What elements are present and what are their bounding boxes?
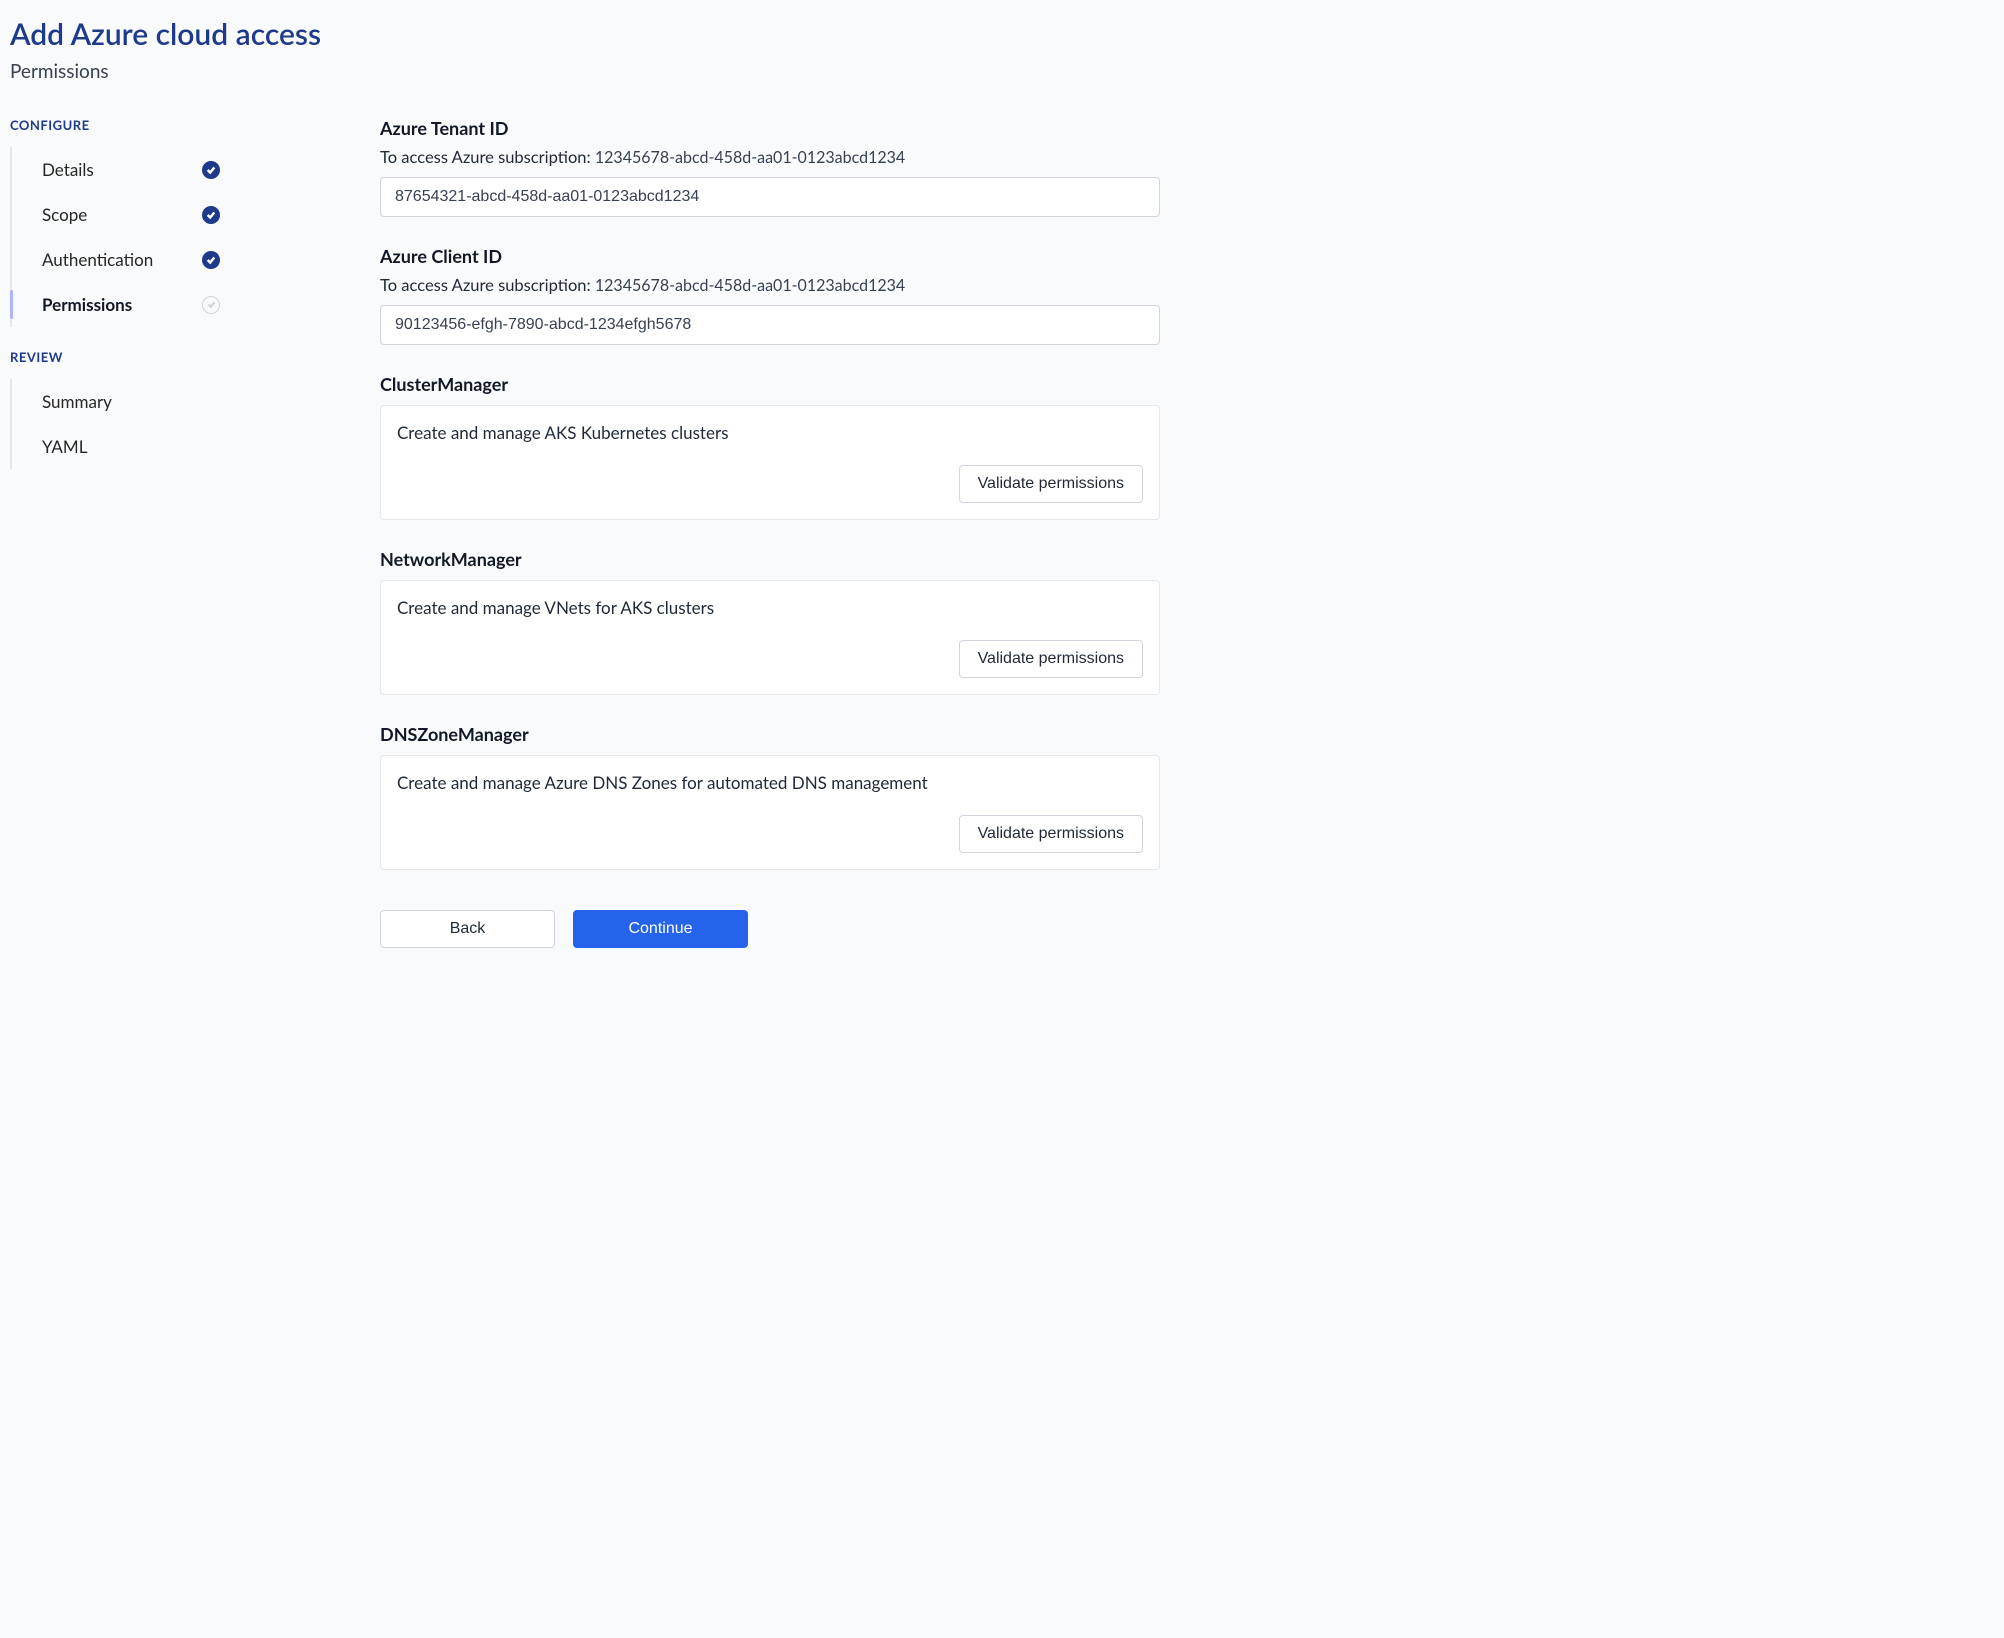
- sidebar-item-authentication[interactable]: Authentication: [12, 237, 340, 282]
- sidebar-item-yaml[interactable]: YAML: [12, 424, 340, 469]
- permission-card: Create and manage VNets for AKS clusters…: [380, 580, 1160, 695]
- check-icon: [202, 206, 220, 224]
- permission-networkmanager: NetworkManager Create and manage VNets f…: [380, 548, 1160, 695]
- sidebar-item-label: Authentication: [42, 249, 153, 270]
- validate-permissions-button[interactable]: Validate permissions: [959, 640, 1143, 678]
- continue-button[interactable]: Continue: [573, 910, 748, 948]
- validate-permissions-button[interactable]: Validate permissions: [959, 465, 1143, 503]
- client-id-help: To access Azure subscription: 12345678-a…: [380, 275, 1160, 295]
- permission-title: NetworkManager: [380, 548, 1160, 570]
- permission-card: Create and manage AKS Kubernetes cluster…: [380, 405, 1160, 520]
- sidebar-item-label: Summary: [42, 391, 112, 412]
- sidebar-list-configure: Details Scope Authentication Permissions: [10, 147, 340, 327]
- permission-card: Create and manage Azure DNS Zones for au…: [380, 755, 1160, 870]
- client-subscription-id: 12345678-abcd-458d-aa01-0123abcd1234: [595, 276, 905, 295]
- permission-clustermanager: ClusterManager Create and manage AKS Kub…: [380, 373, 1160, 520]
- tenant-id-help: To access Azure subscription: 12345678-a…: [380, 147, 1160, 167]
- validate-permissions-button[interactable]: Validate permissions: [959, 815, 1143, 853]
- permission-desc: Create and manage Azure DNS Zones for au…: [397, 772, 1143, 793]
- footer-actions: Back Continue: [380, 910, 1160, 948]
- wizard-sidebar: CONFIGURE Details Scope Authentication P…: [10, 117, 340, 948]
- back-button[interactable]: Back: [380, 910, 555, 948]
- sidebar-list-review: Summary YAML: [10, 379, 340, 469]
- sidebar-item-label: Scope: [42, 204, 87, 225]
- permission-title: DNSZoneManager: [380, 723, 1160, 745]
- permission-desc: Create and manage AKS Kubernetes cluster…: [397, 422, 1143, 443]
- sidebar-item-details[interactable]: Details: [12, 147, 340, 192]
- permission-desc: Create and manage VNets for AKS clusters: [397, 597, 1143, 618]
- client-id-label: Azure Client ID: [380, 245, 1160, 267]
- permission-dnszonemanager: DNSZoneManager Create and manage Azure D…: [380, 723, 1160, 870]
- check-icon: [202, 251, 220, 269]
- pending-icon: [202, 296, 220, 314]
- permission-title: ClusterManager: [380, 373, 1160, 395]
- sidebar-item-label: YAML: [42, 436, 87, 457]
- tenant-id-label: Azure Tenant ID: [380, 117, 1160, 139]
- tenant-id-block: Azure Tenant ID To access Azure subscrip…: [380, 117, 1160, 217]
- tenant-subscription-id: 12345678-abcd-458d-aa01-0123abcd1234: [595, 148, 905, 167]
- sidebar-section-review: REVIEW: [10, 349, 340, 365]
- sidebar-item-permissions[interactable]: Permissions: [12, 282, 340, 327]
- sidebar-item-label: Permissions: [42, 294, 132, 315]
- page-subtitle: Permissions: [10, 60, 1994, 83]
- client-id-input[interactable]: [380, 305, 1160, 345]
- sidebar-section-configure: CONFIGURE: [10, 117, 340, 133]
- check-icon: [202, 161, 220, 179]
- sidebar-item-summary[interactable]: Summary: [12, 379, 340, 424]
- main-content: Azure Tenant ID To access Azure subscrip…: [380, 117, 1160, 948]
- sidebar-item-label: Details: [42, 159, 94, 180]
- tenant-id-input[interactable]: [380, 177, 1160, 217]
- sidebar-item-scope[interactable]: Scope: [12, 192, 340, 237]
- page-title: Add Azure cloud access: [10, 16, 1994, 52]
- client-id-block: Azure Client ID To access Azure subscrip…: [380, 245, 1160, 345]
